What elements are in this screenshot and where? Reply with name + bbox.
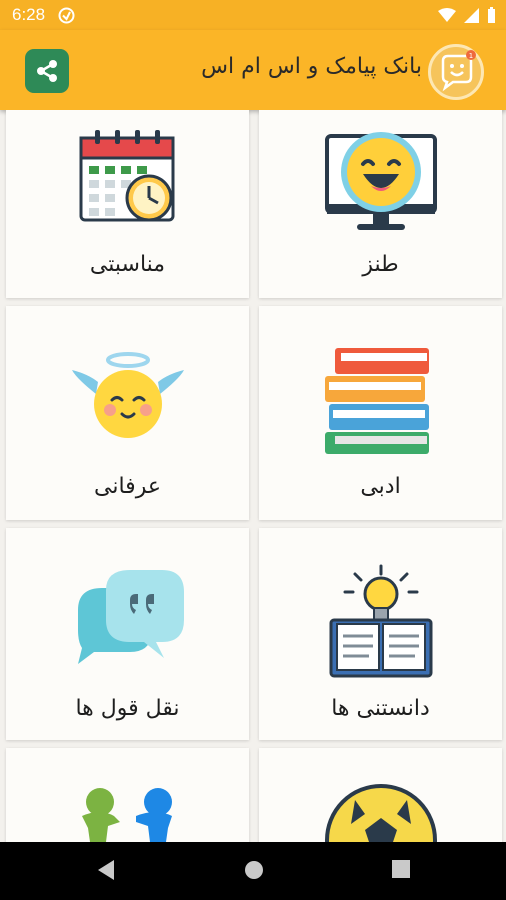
- category-card-literary[interactable]: ادبی: [259, 306, 502, 520]
- home-icon[interactable]: [243, 859, 265, 881]
- category-label: مناسبتی: [89, 252, 166, 277]
- laughing-monitor-icon: [324, 132, 437, 230]
- app-title: بانک پیامک و اس ام اس: [201, 54, 422, 79]
- category-card-quotes[interactable]: نقل قول ها: [6, 528, 249, 740]
- category-card-friends[interactable]: [6, 748, 249, 842]
- category-card-occasions[interactable]: مناسبتی: [6, 110, 249, 298]
- category-label: طنز: [362, 252, 399, 277]
- category-card-facts[interactable]: دانستنی ها: [259, 528, 502, 740]
- category-card-mystical[interactable]: عرفانی: [6, 306, 249, 520]
- app-bar: بانک پیامک و اس ام اس 1: [0, 30, 506, 110]
- chat-smiley-icon: 1: [441, 50, 476, 92]
- battery-icon: [488, 7, 495, 23]
- open-book-bulb-icon: [329, 564, 432, 678]
- category-label: عرفانی: [94, 474, 161, 499]
- category-grid: طنز مناسبتی ادبی عرفانی دانستنی ها نقل ق…: [0, 110, 506, 842]
- signal-icon: [464, 7, 479, 23]
- category-label: دانستنی ها: [331, 696, 430, 721]
- share-icon: [37, 60, 57, 82]
- category-label: نقل قول ها: [75, 696, 180, 721]
- category-card-sports[interactable]: [259, 748, 502, 842]
- back-icon[interactable]: [96, 859, 116, 881]
- calendar-clock-icon: [79, 130, 174, 222]
- sync-icon: [58, 7, 75, 24]
- category-card-humor[interactable]: طنز: [259, 110, 502, 298]
- wifi-icon: [438, 7, 456, 22]
- soccer-ball-icon: [324, 784, 437, 842]
- category-label: ادبی: [360, 474, 401, 499]
- friends-icon: [81, 788, 172, 842]
- recents-icon[interactable]: [391, 859, 411, 879]
- angel-smiley-icon: [71, 352, 184, 438]
- navigation-bar: [0, 842, 506, 900]
- book-stack-icon: [324, 348, 429, 454]
- status-bar: 6:28: [0, 0, 506, 30]
- status-time: 6:28: [12, 5, 46, 24]
- app-logo[interactable]: 1: [428, 44, 484, 100]
- share-button[interactable]: [25, 49, 69, 93]
- quote-bubbles-icon: [77, 570, 184, 664]
- svg-text:1: 1: [469, 52, 473, 60]
